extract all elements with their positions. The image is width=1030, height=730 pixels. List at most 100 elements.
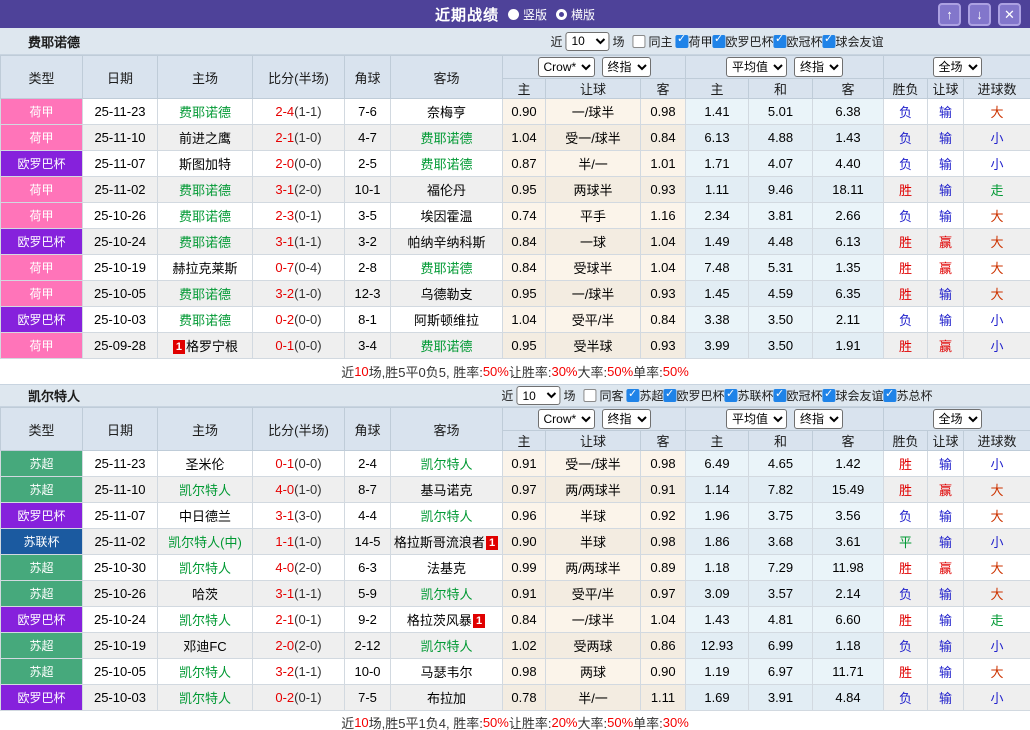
- score: 2-1(0-1): [253, 607, 345, 633]
- handicap-home-odds: 0.96: [503, 503, 546, 529]
- goals-result: 大: [964, 659, 1030, 685]
- avg-home-odds: 1.14: [686, 477, 749, 503]
- col-header-handicap-away: 客: [641, 431, 686, 451]
- summary-segment: 大率:: [578, 713, 608, 730]
- handicap-result: 赢: [928, 333, 964, 359]
- score: 2-0(2-0): [253, 633, 345, 659]
- checkbox-checked-icon[interactable]: [774, 35, 787, 48]
- odds-source-select[interactable]: Crow*: [538, 409, 595, 429]
- match-count-select[interactable]: 10: [516, 386, 560, 405]
- handicap-away-odds: 0.93: [641, 281, 686, 307]
- move-up-button[interactable]: ↑: [938, 3, 961, 26]
- home-team: 前进之鹰: [158, 125, 253, 151]
- league-filter[interactable]: 苏超: [626, 387, 663, 404]
- avg-draw-odds: 3.57: [749, 581, 813, 607]
- league-filter[interactable]: 球会友谊: [823, 33, 884, 50]
- match-row: 苏超25-10-26哈茨3-1(1-1)5-9凯尔特人0.91受平/半0.973…: [1, 581, 1030, 607]
- checkbox-checked-icon[interactable]: [823, 389, 836, 402]
- match-count-select[interactable]: 10: [565, 32, 609, 51]
- average-time-select[interactable]: 终指: [794, 409, 843, 429]
- same-venue-label: 同客: [599, 387, 623, 404]
- score: 0-1(0-0): [253, 333, 345, 359]
- match-result: 负: [884, 151, 928, 177]
- handicap-result: 输: [928, 451, 964, 477]
- checkbox-unchecked-icon[interactable]: [583, 389, 596, 402]
- radio-selected-icon[interactable]: [508, 9, 519, 20]
- match-date: 25-10-24: [83, 229, 158, 255]
- match-result: 胜: [884, 451, 928, 477]
- avg-away-odds: 2.66: [813, 203, 884, 229]
- handicap-away-odds: 0.93: [641, 333, 686, 359]
- home-team-name: 凯尔特人: [179, 561, 231, 576]
- avg-draw-odds: 5.31: [749, 255, 813, 281]
- avg-home-odds: 1.43: [686, 607, 749, 633]
- scope-header: 全场: [884, 408, 1030, 431]
- handicap-home-odds: 0.84: [503, 255, 546, 281]
- match-row: 苏超25-11-23圣米伦0-1(0-0)2-4凯尔特人0.91受一/球半0.9…: [1, 451, 1030, 477]
- radio-unselected-icon[interactable]: [556, 9, 567, 20]
- league-filter[interactable]: 球会友谊: [823, 387, 884, 404]
- league-filter[interactable]: 欧冠杯: [774, 387, 823, 404]
- handicap-line: 平手: [546, 203, 641, 229]
- avg-away-odds: 11.98: [813, 555, 884, 581]
- checkbox-checked-icon[interactable]: [725, 389, 738, 402]
- checkbox-checked-icon[interactable]: [884, 389, 897, 402]
- checkbox-checked-icon[interactable]: [663, 389, 676, 402]
- league-badge: 荷甲: [1, 255, 83, 281]
- goals-result: 大: [964, 255, 1030, 281]
- handicap-home-odds: 0.91: [503, 581, 546, 607]
- league-filter[interactable]: 欧冠杯: [774, 33, 823, 50]
- handicap-home-odds: 1.04: [503, 125, 546, 151]
- home-team-name: 格罗宁根: [186, 339, 238, 354]
- match-row: 欧罗巴杯25-10-03费耶诺德0-2(0-0)8-1阿斯顿维拉1.04受平/半…: [1, 307, 1030, 333]
- match-row: 苏超25-10-05凯尔特人3-2(1-1)10-0马瑟韦尔0.98两球0.90…: [1, 659, 1030, 685]
- avg-draw-odds: 3.50: [749, 307, 813, 333]
- checkbox-checked-icon[interactable]: [823, 35, 836, 48]
- checkbox-checked-icon[interactable]: [626, 389, 639, 402]
- away-team: 凯尔特人: [391, 503, 503, 529]
- handicap-line: 一球: [546, 229, 641, 255]
- odds-source-select[interactable]: Crow*: [538, 57, 595, 77]
- league-filter[interactable]: 苏联杯: [725, 387, 774, 404]
- average-select[interactable]: 平均值: [726, 57, 787, 77]
- odds-time-select[interactable]: 终指: [602, 409, 651, 429]
- close-button[interactable]: ✕: [998, 3, 1021, 26]
- checkbox-checked-icon[interactable]: [713, 35, 726, 48]
- match-date: 25-10-30: [83, 555, 158, 581]
- average-odds-header: 平均值 终指: [686, 408, 884, 431]
- summary-segment: 10: [354, 364, 368, 379]
- league-filter[interactable]: 欧罗巴杯: [713, 33, 774, 50]
- away-team: 奈梅亨: [391, 99, 503, 125]
- corner-count: 7-5: [345, 685, 391, 711]
- checkbox-unchecked-icon[interactable]: [632, 35, 645, 48]
- odds-time-select[interactable]: 终指: [602, 57, 651, 77]
- corner-count: 12-3: [345, 281, 391, 307]
- corner-count: 2-12: [345, 633, 391, 659]
- away-team-name: 凯尔特人: [420, 457, 472, 472]
- league-filter[interactable]: 荷甲: [675, 33, 712, 50]
- summary-segment: 让胜率:: [509, 713, 552, 730]
- away-team-name: 阿斯顿维拉: [414, 313, 479, 328]
- same-venue-filter[interactable]: [632, 35, 645, 48]
- move-down-button[interactable]: ↓: [968, 3, 991, 26]
- scope-select[interactable]: 全场: [933, 57, 982, 77]
- same-venue-filter[interactable]: [583, 389, 596, 402]
- average-time-select[interactable]: 终指: [794, 57, 843, 77]
- league-badge: 苏超: [1, 581, 83, 607]
- match-date: 25-10-26: [83, 581, 158, 607]
- radio-vertical-layout[interactable]: 竖版: [508, 6, 547, 23]
- goals-result: 大: [964, 203, 1030, 229]
- checkbox-checked-icon[interactable]: [675, 35, 688, 48]
- average-select[interactable]: 平均值: [726, 409, 787, 429]
- scope-select[interactable]: 全场: [933, 409, 982, 429]
- match-result: 负: [884, 633, 928, 659]
- col-header-away: 客场: [391, 56, 503, 99]
- checkbox-checked-icon[interactable]: [774, 389, 787, 402]
- title-bar: 近期战绩 竖版 横版 ↑ ↓ ✕: [0, 0, 1030, 28]
- league-filter[interactable]: 苏总杯: [884, 387, 933, 404]
- league-badge: 欧罗巴杯: [1, 503, 83, 529]
- radio-horizontal-layout[interactable]: 横版: [556, 6, 595, 23]
- avg-home-odds: 1.18: [686, 555, 749, 581]
- league-filter[interactable]: 欧罗巴杯: [663, 387, 724, 404]
- average-odds-header: 平均值 终指: [686, 56, 884, 79]
